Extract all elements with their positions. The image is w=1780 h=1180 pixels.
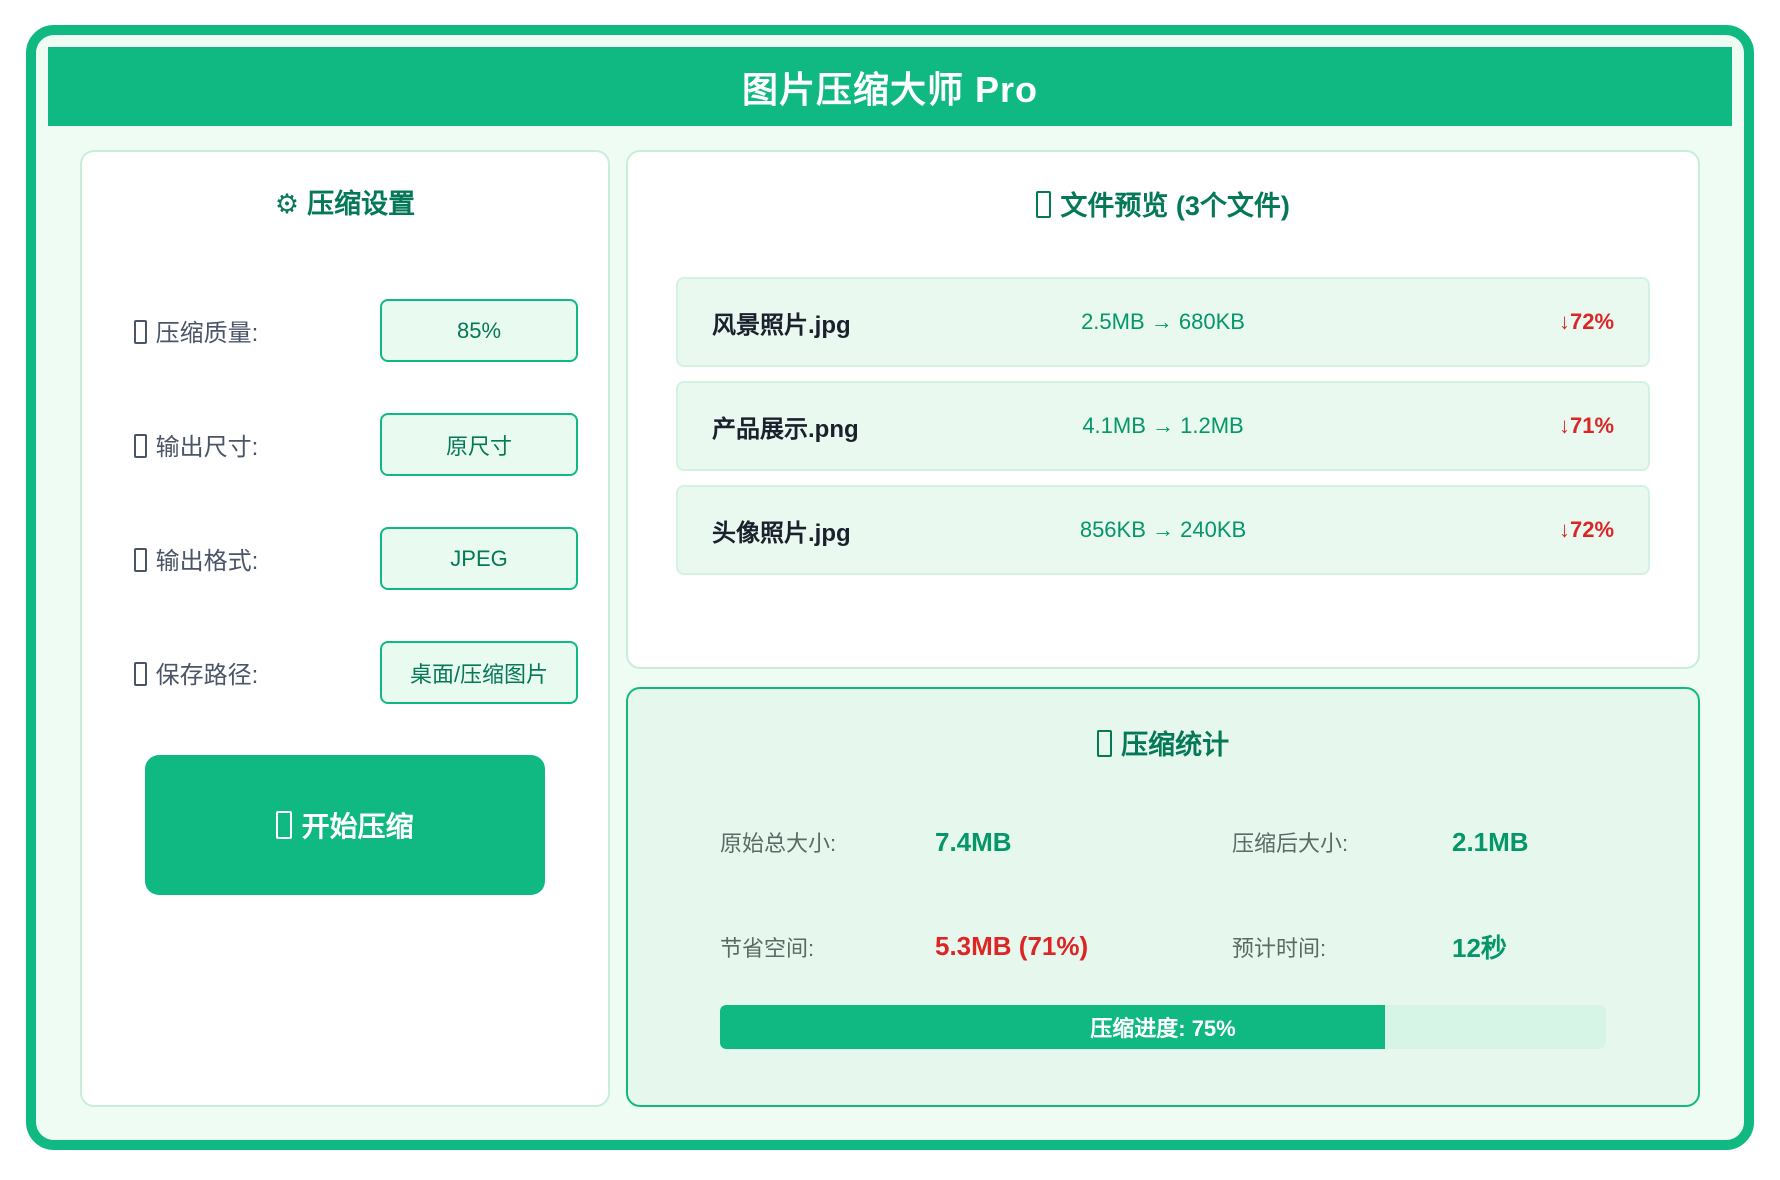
quality-input[interactable]: 85%: [380, 299, 578, 362]
main-content: ⚙ 压缩设置 压缩质量: 85% 输出尺寸: 原尺寸 输出格式: JPEG 保存路…: [48, 150, 1732, 1107]
stats-title-text: 压缩统计: [1121, 730, 1229, 760]
start-compress-button[interactable]: 开始压缩: [145, 755, 545, 895]
settings-panel: ⚙ 压缩设置 压缩质量: 85% 输出尺寸: 原尺寸 输出格式: JPEG 保存路…: [80, 150, 610, 1107]
form-row-output-format: 输出格式: JPEG: [112, 527, 578, 590]
output-size-icon: [134, 434, 147, 458]
stats-row-1: 原始总大小: 7.4MB 压缩后大小: 2.1MB: [720, 826, 1606, 858]
output-format-icon: [134, 548, 147, 572]
file-row[interactable]: 风景照片.jpg 2.5MB → 680KB ↓72%: [676, 277, 1650, 367]
quality-icon: [134, 320, 147, 344]
saved-space-value: 5.3MB (71%): [935, 931, 1232, 962]
file-preview-title: 文件预览 (3个文件): [676, 184, 1650, 223]
file-preview-icon: [1036, 191, 1051, 218]
settings-panel-title: ⚙ 压缩设置: [112, 182, 578, 221]
file-name: 风景照片.jpg: [712, 305, 1013, 340]
output-format-input[interactable]: JPEG: [380, 527, 578, 590]
compressed-size-label: 压缩后大小:: [1232, 826, 1452, 858]
output-format-label: 输出格式:: [134, 541, 258, 576]
compressed-size-value: 2.1MB: [1452, 827, 1606, 858]
start-compress-icon: [276, 811, 291, 839]
file-reduction-badge: ↓71%: [1313, 413, 1614, 439]
output-size-label: 输出尺寸:: [134, 427, 258, 462]
save-path-input[interactable]: 桌面/压缩图片: [380, 641, 578, 704]
save-path-icon: [134, 662, 147, 686]
progress-bar: 压缩进度: 75%: [720, 1005, 1606, 1049]
stats-panel: 压缩统计 原始总大小: 7.4MB 压缩后大小: 2.1MB 节省空间: 5.3…: [626, 687, 1700, 1107]
settings-title-text: 压缩设置: [307, 189, 415, 219]
file-size-change: 2.5MB → 680KB: [1013, 309, 1314, 335]
stats-panel-title: 压缩统计: [720, 723, 1606, 762]
estimated-time-value: 12秒: [1452, 928, 1606, 965]
file-size-change: 4.1MB → 1.2MB: [1013, 413, 1314, 439]
file-preview-title-text: 文件预览 (3个文件): [1060, 191, 1290, 221]
file-row[interactable]: 产品展示.png 4.1MB → 1.2MB ↓71%: [676, 381, 1650, 471]
file-row[interactable]: 头像照片.jpg 856KB → 240KB ↓72%: [676, 485, 1650, 575]
form-row-quality: 压缩质量: 85%: [112, 299, 578, 362]
stats-icon: [1097, 730, 1112, 757]
file-reduction-badge: ↓72%: [1313, 309, 1614, 335]
progress-label: 压缩进度: 75%: [720, 1005, 1606, 1049]
form-row-save-path: 保存路径: 桌面/压缩图片: [112, 641, 578, 704]
file-reduction-badge: ↓72%: [1313, 517, 1614, 543]
original-size-label: 原始总大小:: [720, 826, 935, 858]
form-row-output-size: 输出尺寸: 原尺寸: [112, 413, 578, 476]
estimated-time-label: 预计时间:: [1232, 931, 1452, 963]
file-size-change: 856KB → 240KB: [1013, 517, 1314, 543]
gear-icon: ⚙: [275, 189, 299, 219]
app-title: 图片压缩大师 Pro: [742, 61, 1038, 113]
saved-space-label: 节省空间:: [720, 931, 935, 963]
settings-form: 压缩质量: 85% 输出尺寸: 原尺寸 输出格式: JPEG 保存路径: 桌面/…: [112, 299, 578, 704]
output-size-input[interactable]: 原尺寸: [380, 413, 578, 476]
quality-label: 压缩质量:: [134, 313, 258, 348]
file-list: 风景照片.jpg 2.5MB → 680KB ↓72% 产品展示.png 4.1…: [676, 277, 1650, 575]
original-size-value: 7.4MB: [935, 827, 1232, 858]
app-header: 图片压缩大师 Pro: [48, 47, 1732, 126]
file-name: 头像照片.jpg: [712, 513, 1013, 548]
file-preview-panel: 文件预览 (3个文件) 风景照片.jpg 2.5MB → 680KB ↓72% …: [626, 150, 1700, 669]
file-name: 产品展示.png: [712, 409, 1013, 444]
app-window: 图片压缩大师 Pro ⚙ 压缩设置 压缩质量: 85% 输出尺寸: 原尺寸 输出格…: [26, 25, 1754, 1150]
right-column: 文件预览 (3个文件) 风景照片.jpg 2.5MB → 680KB ↓72% …: [626, 150, 1700, 1107]
stats-row-2: 节省空间: 5.3MB (71%) 预计时间: 12秒: [720, 928, 1606, 965]
save-path-label: 保存路径:: [134, 655, 258, 690]
